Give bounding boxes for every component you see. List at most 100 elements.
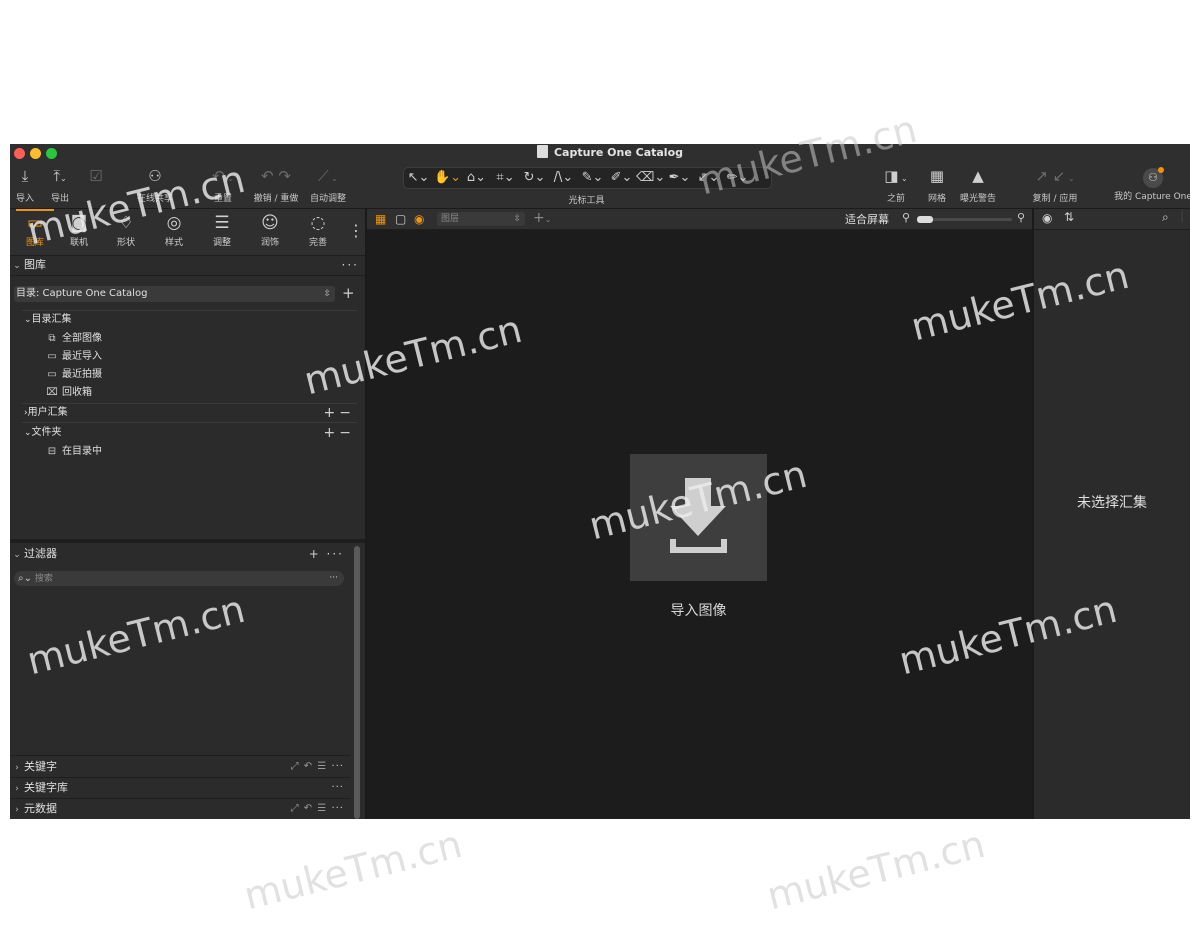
crop-icon[interactable]: ⌗⌄ [491, 168, 520, 188]
section-divider [10, 539, 365, 543]
tab-retouch[interactable]: ☺ 润饰 [247, 211, 293, 248]
add-icon[interactable]: + [324, 425, 340, 441]
catalog-select[interactable]: 目录: Capture One Catalog ⇳ [14, 286, 335, 302]
annotate-icon[interactable]: ✏⌄ [723, 168, 752, 188]
collection-item-recent-captures[interactable]: ▭ 最近拍摄 [44, 366, 102, 384]
remove-icon[interactable]: − [339, 405, 355, 421]
spot-icon[interactable]: ✎⌄ [578, 168, 607, 188]
section-actions-icons[interactable]: ⤢ ↶ ☰ ··· [291, 757, 344, 777]
eye-view-icon[interactable]: ◉ [414, 212, 424, 226]
magic-wand-icon: ⟋ ⌄ [318, 167, 338, 185]
folder-icon: ▭ [47, 369, 57, 380]
search-icon[interactable]: ⌕ [1162, 210, 1169, 225]
zoom-slider[interactable] [917, 216, 1012, 223]
my-capture-one-button[interactable]: ⚇ 我的 Capture One [1113, 166, 1190, 202]
no-collection-message: 未选择汇集 [1077, 495, 1147, 511]
exposure-warning-button[interactable]: ▲ 曝光警告 [957, 166, 999, 204]
library-section-header[interactable]: ⌄ 图库 ··· [10, 255, 365, 275]
user-collections-header[interactable]: ›用户汇集 [24, 404, 68, 422]
tab-library[interactable]: ▭ 图库 [12, 209, 58, 248]
rotate-icon[interactable]: ↻⌄ [520, 168, 549, 188]
search-icon: ⌕⌄ [18, 573, 32, 584]
checkbox-tool-button[interactable]: ☑ [85, 166, 107, 186]
trash-icon: ⌧ [46, 387, 58, 398]
keyword-library-section-header[interactable]: › 关键字库 ··· [10, 778, 350, 798]
copy-apply-button[interactable]: ↗ ↙ ⌄ 复制 / 应用 [1026, 166, 1084, 204]
filters-section-header[interactable]: ⌄ 过滤器 + ··· [10, 544, 350, 564]
eye-icon[interactable]: ◉ [1042, 211, 1052, 225]
before-after-icon: ◨ ⌄ [884, 167, 908, 185]
warning-icon: ▲ [972, 167, 984, 185]
auto-adjust-button[interactable]: ⟋ ⌄ 自动调整 [306, 166, 350, 204]
brush-icon[interactable]: ✐⌄ [607, 168, 636, 188]
export-button[interactable]: ⤒⌄ 导出 [42, 166, 78, 204]
titlebar-toolbar: Capture One Catalog ⤓ 导入 ⤒⌄ 导出 ☑ ⚇ 在线共享 … [10, 144, 1190, 209]
sliders-icon: ☰ [214, 213, 230, 233]
catalog-collections-header[interactable]: ⌄目录汇集 [24, 311, 72, 329]
tab-refine[interactable]: ◌ 完善 [295, 211, 341, 248]
divider [22, 310, 357, 311]
add-layer-button[interactable]: +⌄ [533, 210, 551, 226]
more-options-icon[interactable]: ··· [331, 778, 344, 798]
tab-style[interactable]: ◎ 样式 [151, 211, 197, 248]
keystone-icon[interactable]: /\⌄ [549, 168, 578, 188]
add-icon[interactable]: + [324, 405, 340, 421]
zoom-out-icon[interactable]: ⚲ [902, 211, 910, 224]
copy-apply-icon: ↗ ↙ ⌄ [1035, 167, 1075, 185]
grid-view-icon[interactable]: ▦ [375, 212, 386, 226]
tab-tethered[interactable]: ◙ 联机 [56, 211, 102, 248]
section-actions-icons[interactable]: ⤢ ↶ ☰ ··· [291, 799, 344, 819]
folders-header[interactable]: ⌄文件夹 [24, 424, 62, 442]
import-images-button[interactable] [630, 454, 767, 581]
folders-actions[interactable]: +− [324, 424, 355, 442]
pan-hand-icon[interactable]: ✋⌄ [433, 168, 462, 188]
retouch-icon: ☺ [261, 213, 279, 233]
share-online-button[interactable]: ⚇ 在线共享 [130, 166, 180, 204]
zoom-in-icon[interactable]: ⚲ [1017, 211, 1025, 224]
eraser-icon[interactable]: ⌫⌄ [636, 168, 665, 188]
select-cursor-icon[interactable]: ↖⌄ [404, 168, 433, 188]
chevron-right-icon: › [15, 805, 19, 815]
undo-redo-icon: ↶ ↷ [261, 167, 291, 185]
tab-adjust[interactable]: ☰ 调整 [199, 211, 245, 248]
cursor-tools-group: ↖⌄ ✋⌄ ⌂⌄ ⌗⌄ ↻⌄/\⌄ ✎⌄ ✐⌄ ⌫⌄ ✒⌄ ↙⌄ ✏⌄ [403, 167, 772, 189]
undo-redo-button[interactable]: ↶ ↷ 撤销 / 重做 [250, 166, 302, 204]
chevron-right-icon: › [15, 784, 19, 794]
collection-item-recent-imports[interactable]: ▭ 最近导入 [44, 348, 102, 366]
camera-icon: ◙ [70, 213, 88, 233]
grid-button[interactable]: ▦ 网格 [922, 166, 952, 204]
collection-item-all-images[interactable]: ⧉ 全部图像 [44, 330, 102, 348]
loupe-icon[interactable]: ⌂⌄ [462, 168, 491, 188]
picker-icon[interactable]: ✒⌄ [665, 168, 694, 188]
metadata-section-header[interactable]: › 元数据 ⤢ ↶ ☰ ··· [10, 799, 350, 819]
reset-button[interactable]: ↶ ⌄ 重置 [203, 166, 243, 204]
fit-screen-button[interactable]: 适合屏幕 [845, 211, 889, 227]
more-options-icon[interactable]: ··· [342, 255, 359, 275]
left-panel-scrollbar[interactable] [354, 546, 360, 819]
more-tabs-icon[interactable]: ⋮ [348, 221, 364, 240]
sort-icon[interactable]: ⇅ [1064, 210, 1074, 224]
remove-icon[interactable]: − [339, 425, 355, 441]
user-collections-actions[interactable]: +− [324, 404, 355, 422]
layer-select[interactable]: 图层 ⇳ [437, 212, 525, 226]
chevron-right-icon: › [15, 763, 19, 773]
chevron-down-icon: ⌄ [13, 261, 21, 271]
up-down-chevron-icon: ⇳ [513, 214, 521, 224]
grid-icon: ▦ [929, 167, 945, 185]
before-button[interactable]: ◨ ⌄ 之前 [876, 166, 916, 204]
more-options-icon[interactable]: ··· [329, 571, 338, 586]
folder-item-in-catalog[interactable]: ⊟ 在目录中 [44, 443, 102, 461]
tab-shape[interactable]: ♢ 形状 [103, 211, 149, 248]
keywords-section-header[interactable]: › 关键字 ⤢ ↶ ☰ ··· [10, 757, 350, 777]
cursor-tools-label: 光标工具 [568, 196, 605, 206]
arrow-tool-icon[interactable]: ↙⌄ [694, 168, 723, 188]
filter-actions[interactable]: + ··· [309, 544, 344, 564]
import-button[interactable]: ⤓ 导入 [12, 166, 38, 204]
filter-search-input[interactable]: ⌕⌄ 搜索 ··· [14, 571, 344, 586]
browser-panel: 未选择汇集 [1034, 230, 1190, 819]
single-view-icon[interactable]: ▢ [395, 212, 406, 226]
collection-item-trash[interactable]: ⌧ 回收箱 [44, 384, 92, 402]
export-icon: ⤒⌄ [53, 167, 67, 185]
divider [10, 755, 350, 756]
add-catalog-button[interactable]: + [342, 285, 355, 301]
